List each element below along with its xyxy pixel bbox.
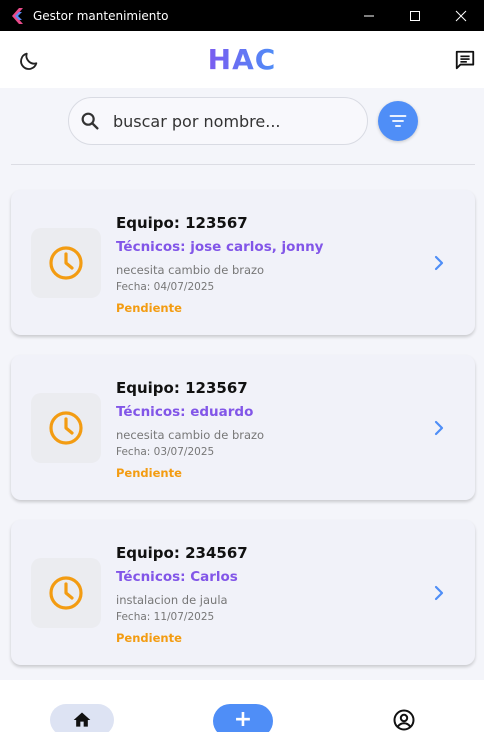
status-badge: Pendiente	[116, 301, 182, 315]
minimize-icon	[364, 15, 374, 16]
close-button[interactable]	[438, 0, 484, 31]
account-icon	[393, 709, 415, 731]
order-card[interactable]: Equipo: 234567 Técnicos: Carlos instalac…	[11, 520, 475, 665]
search-box	[68, 97, 368, 145]
chevron-right-icon	[434, 255, 444, 271]
card-equipment: Equipo: 234567	[116, 544, 248, 562]
card-description: instalacion de jaula	[116, 593, 228, 607]
nav-home-button[interactable]	[50, 704, 114, 732]
status-badge: Pendiente	[116, 466, 182, 480]
bottom-navigation: +	[0, 680, 484, 732]
messages-button[interactable]	[452, 47, 478, 73]
minimize-button[interactable]	[346, 0, 392, 31]
card-equipment: Equipo: 123567	[116, 379, 248, 397]
window-title: Gestor mantenimiento	[33, 8, 169, 23]
app-header: HAC	[0, 31, 484, 88]
card-date: Fecha: 04/07/2025	[116, 281, 215, 293]
card-technicians: Técnicos: jose carlos, jonny	[116, 239, 324, 255]
status-badge: Pendiente	[116, 631, 182, 645]
nav-profile-button[interactable]	[391, 708, 417, 732]
search-input[interactable]	[113, 111, 343, 131]
status-thumbnail	[31, 228, 101, 298]
clock-icon	[49, 576, 83, 610]
app-logo-text: HAC	[207, 43, 277, 76]
search-icon	[81, 112, 99, 130]
window-titlebar: Gestor mantenimiento	[0, 0, 484, 31]
card-date: Fecha: 11/07/2025	[116, 611, 215, 623]
card-date: Fecha: 03/07/2025	[116, 446, 215, 458]
status-thumbnail	[31, 393, 101, 463]
order-card[interactable]: Equipo: 123567 Técnicos: eduardo necesit…	[11, 355, 475, 500]
order-card[interactable]: Equipo: 123567 Técnicos: jose carlos, jo…	[11, 190, 475, 335]
filter-button[interactable]	[378, 101, 418, 141]
app-icon	[12, 7, 23, 24]
app-logo: HAC	[0, 43, 484, 76]
maximize-button[interactable]	[392, 0, 438, 31]
card-technicians: Técnicos: eduardo	[116, 404, 254, 420]
nav-add-button[interactable]: +	[213, 704, 273, 732]
divider	[11, 164, 475, 165]
close-icon	[455, 10, 467, 21]
card-equipment: Equipo: 123567	[116, 214, 248, 232]
chevron-right-icon	[434, 585, 444, 601]
maximize-icon	[410, 10, 420, 21]
clock-icon	[49, 411, 83, 445]
chat-icon	[455, 50, 475, 70]
filter-icon	[389, 115, 407, 127]
clock-icon	[49, 246, 83, 280]
card-description: necesita cambio de brazo	[116, 263, 265, 277]
status-thumbnail	[31, 558, 101, 628]
card-description: necesita cambio de brazo	[116, 428, 265, 442]
card-technicians: Técnicos: Carlos	[116, 569, 238, 585]
add-icon: +	[233, 707, 253, 732]
chevron-right-icon	[434, 420, 444, 436]
home-icon	[73, 712, 91, 727]
